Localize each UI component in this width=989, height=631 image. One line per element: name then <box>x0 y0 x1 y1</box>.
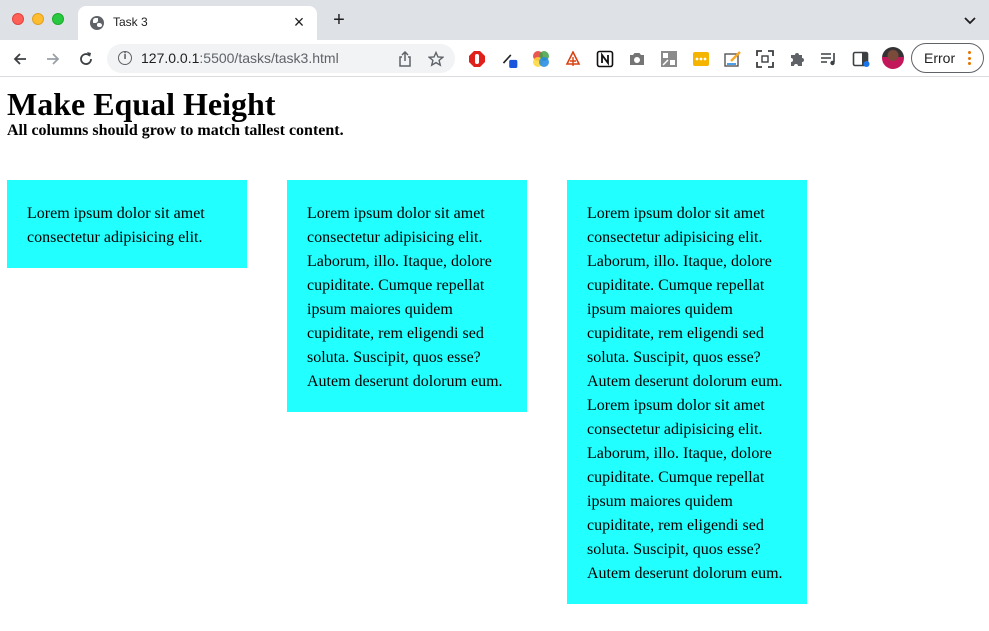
tree-extension-icon[interactable] <box>564 50 582 68</box>
tab-title: Task 3 <box>113 15 148 29</box>
window-close-button[interactable] <box>12 13 24 25</box>
column-2: Lorem ipsum dolor sit amet consectetur a… <box>287 180 527 412</box>
column-3: Lorem ipsum dolor sit amet consectetur a… <box>567 180 807 604</box>
address-url: 127.0.0.1:5500/tasks/task3.html <box>141 50 339 66</box>
more-options-icon <box>968 51 972 67</box>
reload-icon[interactable] <box>75 48 97 70</box>
page-title: Make Equal Height <box>7 86 276 122</box>
adblock-extension-icon[interactable] <box>468 50 486 68</box>
color-picker-extension-icon[interactable] <box>501 50 519 68</box>
camera-extension-icon[interactable] <box>628 50 646 68</box>
column-1-text: Lorem ipsum dolor sit amet consectetur a… <box>27 205 205 246</box>
column-3-text: Lorem ipsum dolor sit amet consectetur a… <box>587 205 783 582</box>
column-1: Lorem ipsum dolor sit amet consectetur a… <box>7 180 247 268</box>
tab-strip: Task 3 × + <box>0 0 989 40</box>
side-panel-icon[interactable] <box>852 50 870 68</box>
dots-extension-icon[interactable] <box>692 50 710 68</box>
address-bar[interactable]: i 127.0.0.1:5500/tasks/task3.html <box>107 44 455 73</box>
color-wheel-extension-icon[interactable] <box>532 50 550 68</box>
bookmark-star-icon[interactable] <box>427 50 445 68</box>
media-control-icon[interactable] <box>820 50 838 68</box>
tab-search-chevron-icon[interactable] <box>963 13 977 27</box>
error-label: Error <box>924 50 956 66</box>
globe-icon <box>90 16 104 30</box>
column-2-text: Lorem ipsum dolor sit amet consectetur a… <box>307 205 503 390</box>
window-minimize-button[interactable] <box>32 13 44 25</box>
profile-avatar[interactable] <box>882 47 904 69</box>
new-tab-button[interactable]: + <box>330 10 348 30</box>
browser-toolbar: i 127.0.0.1:5500/tasks/task3.html Error <box>0 40 989 77</box>
tab-close-icon[interactable]: × <box>291 13 307 31</box>
page-subtitle: All columns should grow to match tallest… <box>7 122 344 139</box>
extensions-puzzle-icon[interactable] <box>788 50 806 68</box>
page-content: Make Equal Height All columns should gro… <box>0 78 989 631</box>
edit-extension-icon[interactable] <box>724 50 742 68</box>
share-icon[interactable] <box>396 50 414 68</box>
window-zoom-button[interactable] <box>52 13 64 25</box>
back-arrow-icon[interactable] <box>9 48 31 70</box>
forward-arrow-icon[interactable] <box>42 48 64 70</box>
collage-extension-icon[interactable] <box>660 50 678 68</box>
screenshot-extension-icon[interactable] <box>756 50 774 68</box>
notion-extension-icon[interactable] <box>596 50 614 68</box>
active-tab[interactable]: Task 3 × <box>78 6 317 40</box>
profile-error-button[interactable]: Error <box>911 43 984 73</box>
site-info-icon[interactable]: i <box>118 51 132 65</box>
